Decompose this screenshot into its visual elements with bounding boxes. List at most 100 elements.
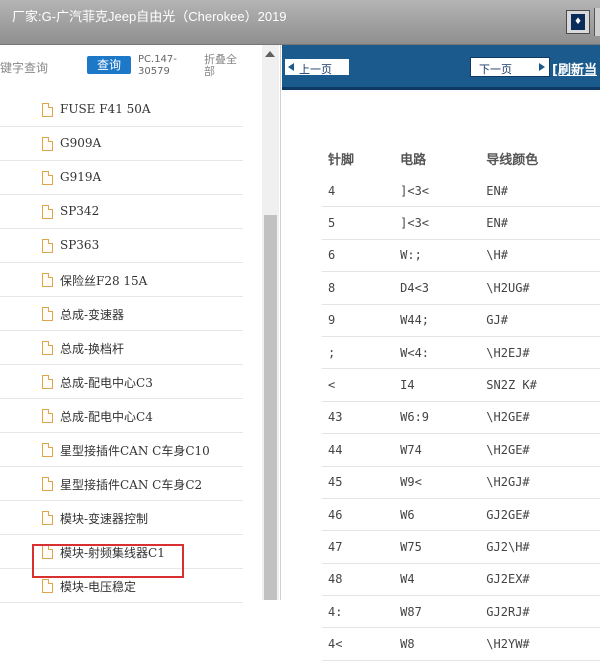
tree-item-label: 总成-换档杆 [60,342,125,356]
tree-item-label: FUSE F41 50A [60,102,151,116]
column-header-wire-color: 导线颜色 [486,152,539,168]
circuit-cell: ]<3< [399,206,486,240]
scroll-thumb[interactable] [264,215,277,600]
table-row: 6 W:; \H# [322,239,600,273]
content-divider [282,87,600,90]
tree-item[interactable]: SP342 [0,195,243,229]
wire-color-cell: \H2GJ# [485,466,600,499]
window-control-button[interactable] [594,8,600,36]
prev-page-label: 上一页 [299,63,332,76]
tree-item-label: 模块-变速器控制 [60,512,149,526]
pin-cell: < [322,368,400,402]
table-row: 4< W8 \H2YW# [322,627,600,661]
refresh-link[interactable]: [刷新当 [552,59,597,78]
tree-item-label: 总成-配电中心C4 [60,410,153,424]
tree-item[interactable]: 总成-配电中心C4 [0,399,243,433]
pin-cell: ; [322,336,400,370]
circuit-cell: W6 [399,498,486,532]
tree-item-label: 星型接插件CAN C车身C10 [60,444,210,458]
tree-item-label: 总成-变速器 [60,308,125,322]
circuit-cell: W6:9 [399,401,486,435]
wire-color-cell: GJ# [485,304,600,337]
tree-item[interactable]: SP363 [0,229,243,263]
file-icon [42,443,53,457]
window-title: 厂家:G-广汽菲克Jeep自由光（Cherokee）2019 [12,9,287,24]
search-label: 键字查询 [0,61,49,75]
next-page-button[interactable]: 下一页 [470,57,550,77]
pin-cell: 6 [322,239,400,273]
wire-color-cell: EN# [485,175,600,208]
file-icon [42,103,53,117]
circuit-cell: ]<3< [399,175,486,208]
pin-cell: 8 [322,271,400,305]
tree-item-label: 保险丝F28 15A [60,274,148,288]
arrow-left-icon [288,63,294,71]
table-row: 44 W74 \H2GE# [322,433,600,467]
file-icon [42,273,53,287]
file-icon [42,137,53,151]
page-nav-bar: 上一页 下一页 [刷新当 [282,45,600,87]
wire-color-cell: \H2EJ# [485,336,600,370]
pin-cell: 44 [322,433,400,467]
circuit-cell: W87 [399,595,486,629]
tree-item[interactable]: FUSE F41 50A [0,93,243,127]
tree-item[interactable]: 总成-配电中心C3 [0,365,243,399]
circuit-cell: I4 [399,368,486,402]
tree-item[interactable]: 星型接插件CAN C车身C2 [0,467,243,501]
pin-cell: 4< [322,627,400,661]
pin-cell: 5 [322,206,400,240]
selection-highlight [32,544,184,578]
tree-item-label: G919A [60,170,102,184]
right-panel: 上一页 下一页 [刷新当 针脚 电路 导线颜色 4]<3< EN# 5]<3< EN… [282,45,600,661]
file-icon [42,205,53,219]
tree-item-label: 星型接插件CAN C车身C2 [60,478,203,492]
pin-cell: 46 [322,498,400,532]
table-row: 45 W9< \H2GJ# [322,466,600,499]
next-page-label: 下一页 [479,63,512,76]
pin-cell: 4 [322,175,400,208]
tree-item[interactable]: G919A [0,161,243,195]
wire-color-cell: GJ2GE# [485,498,600,532]
table-row: < I4 SN2Z K# [322,368,600,402]
circuit-cell: W44; [399,304,486,337]
tree-item[interactable]: 保险丝F28 15A [0,263,243,297]
tree-item[interactable]: 总成-变速器 [0,297,243,331]
pin-cell: 43 [322,401,400,435]
circuit-cell: W:; [399,239,486,273]
wire-color-cell: \H2GE# [485,401,600,435]
tree-item-label: G909A [60,136,102,150]
search-button[interactable]: 查询 [87,56,131,74]
pin-table: 针脚 电路 导线颜色 4]<3< EN# 5]<3< EN# 6 W:; \H# 8 D4… [322,141,600,661]
file-icon [42,239,53,253]
collapse-all-button[interactable]: 折叠全部 [204,54,244,78]
tree-item[interactable]: 星型接插件CAN C车身C10 [0,433,243,467]
app-menu-button[interactable]: ♦ [566,10,590,34]
tree-item[interactable]: 总成-换档杆 [0,331,243,365]
column-header-circuit: 电路 [400,152,427,168]
tree-item-selected[interactable]: 模块-变速器控制 [0,501,243,535]
wire-color-cell: SN2Z K# [485,368,600,402]
prev-page-button[interactable]: 上一页 [284,58,350,76]
table-row: 48 W4 GJ2EX# [322,563,600,597]
circuit-cell: W9< [399,466,486,499]
tree-item[interactable]: G909A [0,127,243,161]
table-row: ; W<4: \H2EJ# [322,336,600,370]
wire-color-cell: \H2UG# [485,271,600,305]
diamond-icon: ♦ [571,14,585,30]
tree-scrollbar[interactable] [262,45,279,600]
table-row: 9 W44; GJ# [322,304,600,337]
circuit-cell: W75 [399,530,486,564]
wire-color-cell: \H2GE# [485,433,600,467]
title-bar: 厂家:G-广汽菲克Jeep自由光（Cherokee）2019 ♦ [0,0,600,45]
file-icon [42,409,53,423]
wire-color-cell: GJ2RJ# [485,595,600,629]
file-icon [42,375,53,389]
scroll-up-icon[interactable] [265,51,275,57]
file-icon [42,341,53,355]
table-row: 4: W87 GJ2RJ# [322,595,600,629]
file-icon [42,171,53,185]
pin-cell: 9 [322,304,400,337]
circuit-cell: W8 [399,627,486,661]
table-row: 46 W6 GJ2GE# [322,498,600,532]
pin-cell: 4: [322,595,400,629]
